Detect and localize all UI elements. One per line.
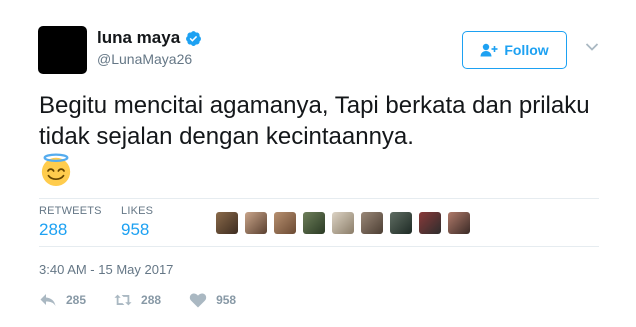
divider-top <box>39 198 599 199</box>
reply-button[interactable]: 285 <box>39 292 86 308</box>
liker-avatar[interactable] <box>332 212 354 234</box>
likes-value: 958 <box>121 220 150 239</box>
user-handle[interactable]: @LunaMaya26 <box>97 51 192 67</box>
display-name[interactable]: luna maya <box>97 28 180 48</box>
reply-icon <box>40 294 56 306</box>
like-count: 958 <box>216 293 237 307</box>
chevron-down-icon[interactable] <box>585 42 599 52</box>
follow-button-label: Follow <box>504 42 549 58</box>
retweets-value: 288 <box>39 220 68 239</box>
retweet-button[interactable]: 288 <box>114 292 161 308</box>
retweets-label: RETWEETS <box>39 205 102 217</box>
smiling-face-with-halo-icon <box>41 153 71 187</box>
retweet-count: 288 <box>141 293 162 307</box>
add-user-icon <box>480 43 498 57</box>
liker-avatar[interactable] <box>245 212 267 234</box>
liker-avatar[interactable] <box>390 212 412 234</box>
liker-avatar[interactable] <box>448 212 470 234</box>
liker-avatar[interactable] <box>216 212 238 234</box>
like-button[interactable]: 958 <box>189 292 236 308</box>
liker-avatar[interactable] <box>361 212 383 234</box>
liker-avatar[interactable] <box>419 212 441 234</box>
reply-count: 285 <box>66 293 87 307</box>
likes-stat[interactable]: LIKES 958 <box>121 205 153 240</box>
avatar[interactable] <box>38 26 87 74</box>
heart-icon <box>189 293 207 308</box>
liker-avatar[interactable] <box>303 212 325 234</box>
retweets-stat[interactable]: RETWEETS 288 <box>39 205 102 240</box>
tweet-actions: 285 288 958 <box>39 292 264 308</box>
tweet-timestamp[interactable]: 3:40 AM - 15 May 2017 <box>39 262 173 277</box>
follow-button[interactable]: Follow <box>462 31 567 69</box>
liker-avatars <box>216 212 477 234</box>
user-name-row: luna maya <box>97 28 202 48</box>
verified-badge-icon <box>186 30 202 46</box>
retweet-icon <box>114 294 132 306</box>
tweet-text: Begitu mencitai agamanya, Tapi berkata d… <box>39 92 590 150</box>
liker-avatar[interactable] <box>274 212 296 234</box>
likes-label: LIKES <box>121 205 154 217</box>
divider-bottom <box>39 246 599 247</box>
